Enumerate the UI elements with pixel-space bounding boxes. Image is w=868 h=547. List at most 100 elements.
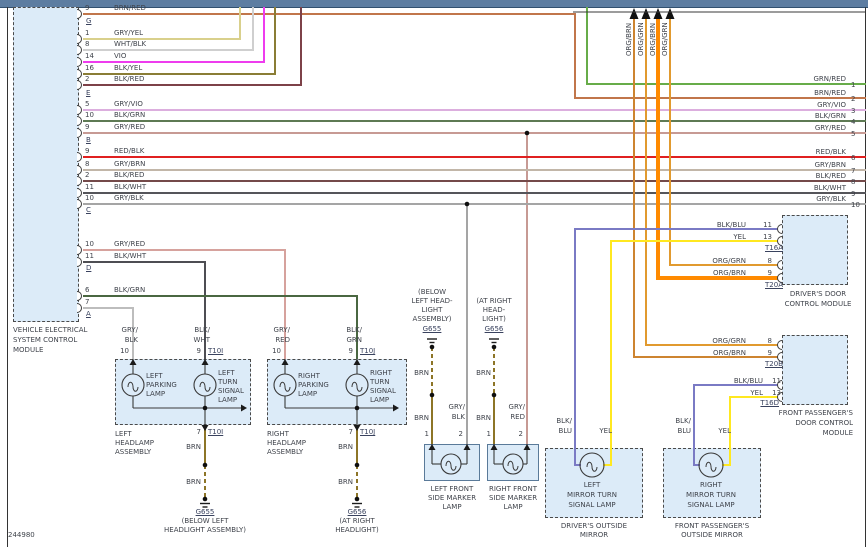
label-blu: BLU bbox=[558, 427, 572, 435]
label-right-front: RIGHT FRONT bbox=[488, 485, 538, 493]
connector-c[interactable]: C bbox=[86, 206, 91, 214]
label-left-front: LEFT FRONT bbox=[430, 485, 474, 493]
label-t10i[interactable]: T10I bbox=[208, 428, 223, 436]
door-module-pin bbox=[777, 340, 782, 350]
up-arrow-icon bbox=[353, 359, 361, 365]
label-red: RED bbox=[275, 336, 290, 344]
label-brn: BRN bbox=[338, 443, 353, 451]
label-blk-red: BLK/RED bbox=[114, 75, 145, 83]
label-1: 1 bbox=[851, 81, 856, 89]
door-module-pin bbox=[777, 224, 782, 234]
connector-d[interactable]: D bbox=[86, 264, 91, 272]
label-control-module: CONTROL MODULE bbox=[784, 300, 852, 308]
label-t20a[interactable]: T20A bbox=[765, 281, 783, 289]
label-wht: WHT bbox=[193, 336, 210, 344]
connector-e[interactable]: E bbox=[86, 89, 90, 97]
label-blk-yel: BLK/YEL bbox=[114, 64, 143, 72]
label-blk-grn: BLK/GRN bbox=[114, 286, 146, 294]
label-blk-blu: BLK/BLU bbox=[733, 377, 763, 385]
label-side-marker: SIDE MARKER bbox=[488, 494, 538, 502]
label-brn: BRN bbox=[476, 369, 491, 377]
label-1: 1 bbox=[486, 430, 491, 438]
label-t10j[interactable]: T10J bbox=[360, 347, 375, 355]
label-lamp: LAMP bbox=[370, 396, 390, 404]
label-t16d[interactable]: T16D bbox=[760, 399, 779, 407]
label-org-brn: ORG/BRN bbox=[712, 349, 746, 357]
offpage-arrow-icon bbox=[653, 8, 663, 19]
label-6: 6 bbox=[851, 154, 856, 162]
junction-dot bbox=[354, 462, 360, 468]
label-9: 9 bbox=[85, 147, 90, 155]
junction-dot bbox=[491, 392, 497, 398]
label-gry-vio: GRY/VIO bbox=[114, 100, 143, 108]
label-t16a[interactable]: T16A bbox=[765, 244, 783, 252]
label-g656[interactable]: G656 bbox=[348, 508, 367, 516]
label-gry: GRY/ bbox=[448, 403, 465, 411]
label-grn: GRN bbox=[346, 336, 362, 344]
label-t20b[interactable]: T20B bbox=[765, 360, 783, 368]
junction-dot bbox=[202, 405, 208, 411]
label-org-grn: ORG/GRN bbox=[637, 22, 645, 56]
connector-a[interactable]: A bbox=[86, 310, 91, 318]
label-signal-lamp: SIGNAL LAMP bbox=[687, 501, 735, 509]
label-g655[interactable]: G655 bbox=[423, 325, 442, 333]
label-red-blk: RED/BLK bbox=[815, 148, 846, 156]
module-name-driver-door: DRIVER'S DOOR bbox=[789, 290, 847, 298]
up-arrow-icon bbox=[428, 444, 436, 450]
label-turn: TURN bbox=[370, 378, 390, 386]
label-below: (BELOW bbox=[417, 288, 447, 296]
label-left: LEFT bbox=[218, 369, 235, 377]
label-brn: BRN bbox=[476, 414, 491, 422]
label-mirror-turn: MIRROR TURN bbox=[686, 491, 736, 499]
label-6: 6 bbox=[85, 286, 90, 294]
label-headlamp: HEADLAMP bbox=[115, 439, 154, 447]
label-2: 2 bbox=[85, 75, 90, 83]
right-arrow-icon bbox=[393, 404, 399, 412]
offpage-arrow-icon bbox=[665, 8, 675, 19]
label-outside-mirror: OUTSIDE MIRROR bbox=[681, 531, 743, 539]
label-door-control: DOOR CONTROL bbox=[795, 419, 853, 427]
label-gry-blk: GRY/BLK bbox=[816, 195, 846, 203]
label-gry-brn: GRY/BRN bbox=[114, 160, 146, 168]
label-org-brn: ORG/BRN bbox=[649, 22, 657, 56]
label-5: 5 bbox=[85, 100, 90, 108]
label-7: 7 bbox=[348, 428, 353, 436]
junction-dot bbox=[524, 130, 530, 136]
label-blk: BLK/ bbox=[556, 417, 572, 425]
label-13: 13 bbox=[772, 389, 781, 397]
label-brn: BRN bbox=[414, 414, 429, 422]
label-1: 1 bbox=[85, 29, 90, 37]
label-assembly: ASSEMBLY) bbox=[412, 315, 452, 323]
label-brn: BRN bbox=[186, 443, 201, 451]
offpage-arrow-icon bbox=[629, 8, 639, 19]
ground-icon bbox=[200, 496, 210, 508]
label-blk: BLK bbox=[451, 413, 465, 421]
label-16: 16 bbox=[85, 64, 94, 72]
label-headlight: HEADLIGHT) bbox=[335, 526, 379, 534]
label-right: RIGHT bbox=[700, 481, 722, 489]
label-10: 10 bbox=[85, 111, 94, 119]
label-module: MODULE bbox=[822, 429, 853, 437]
connector-g[interactable]: G bbox=[86, 17, 91, 25]
connector-b[interactable]: B bbox=[86, 136, 91, 144]
label-10: 10 bbox=[85, 240, 94, 248]
label-1: 1 bbox=[424, 430, 429, 438]
label-9: 9 bbox=[851, 190, 856, 198]
label-10: 10 bbox=[120, 347, 129, 355]
bulb-filament-icon bbox=[199, 381, 211, 392]
label-g655[interactable]: G655 bbox=[196, 508, 215, 516]
label-assembly: ASSEMBLY bbox=[267, 448, 304, 456]
label-t10i[interactable]: T10I bbox=[208, 347, 223, 355]
label-g656[interactable]: G656 bbox=[485, 325, 504, 333]
label-11: 11 bbox=[85, 183, 94, 191]
label-yel: YEL bbox=[750, 389, 763, 397]
ground-icon bbox=[352, 496, 362, 508]
label-13: 13 bbox=[763, 233, 772, 241]
label-10: 10 bbox=[851, 201, 860, 209]
label-t10j[interactable]: T10J bbox=[360, 428, 375, 436]
label-8: 8 bbox=[767, 337, 772, 345]
wire-org-grn-passenger bbox=[645, 13, 778, 346]
label-2: 2 bbox=[518, 430, 523, 438]
label-11: 11 bbox=[763, 221, 772, 229]
label-signal: SIGNAL bbox=[218, 387, 244, 395]
